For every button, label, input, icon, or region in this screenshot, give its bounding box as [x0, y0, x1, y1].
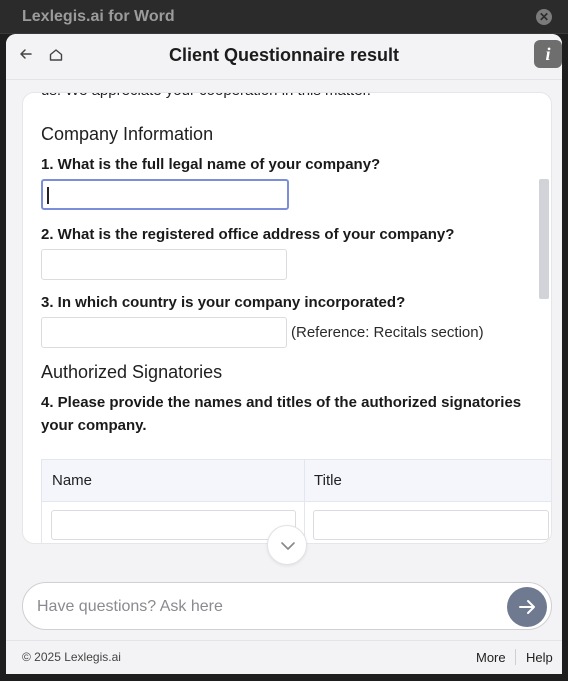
arrow-right-icon [519, 600, 535, 614]
footer-divider [515, 649, 516, 665]
questionnaire-card: us. We appreciate your cooperation in th… [22, 92, 552, 544]
text-caret [47, 187, 49, 204]
scrollbar[interactable] [539, 179, 549, 299]
company-name-field[interactable] [41, 179, 289, 210]
signatory-title-input[interactable] [313, 510, 549, 540]
column-header-title: Title [314, 472, 342, 489]
help-link[interactable]: Help [526, 650, 553, 665]
question-composer [22, 582, 552, 630]
question-2: 2. What is the registered office address… [41, 226, 455, 243]
reference-note: (Reference: Recitals section) [291, 324, 484, 341]
app-title: Lexlegis.ai for Word [22, 8, 175, 25]
country-field[interactable] [41, 317, 287, 348]
taskpane: Client Questionnaire result i us. We app… [6, 34, 562, 674]
column-header-name: Name [52, 472, 93, 489]
window-titlebar: Lexlegis.ai for Word ✕ [0, 0, 568, 34]
header: Client Questionnaire result i [6, 34, 562, 80]
footer: © 2025 Lexlegis.ai More Help [6, 640, 562, 674]
question-4: 4. Please provide the names and titles o… [41, 394, 522, 434]
scrollbar-thumb[interactable] [539, 179, 549, 299]
more-link[interactable]: More [476, 650, 506, 665]
registered-address-field[interactable] [41, 249, 287, 280]
close-circle-icon[interactable]: ✕ [536, 9, 552, 25]
section-title-company-information: Company Information [41, 124, 214, 144]
section-title-authorized-signatories: Authorized Signatories [41, 362, 223, 382]
signatory-name-input[interactable] [51, 510, 296, 540]
questionnaire-content: us. We appreciate your cooperation in th… [41, 93, 551, 543]
question-1: 1. What is the full legal name of your c… [41, 156, 381, 173]
table-header: Name Title [42, 460, 551, 502]
send-button[interactable] [507, 587, 547, 627]
page-title: Client Questionnaire result [168, 45, 400, 65]
info-icon[interactable]: i [534, 40, 562, 68]
intro-text: us. We appreciate your cooperation in th… [41, 93, 541, 101]
copyright: © 2025 Lexlegis.ai [22, 650, 121, 664]
chevron-down-icon[interactable] [267, 525, 307, 565]
question-3: 3. In which country is your company inco… [41, 294, 406, 311]
question-input[interactable] [37, 595, 477, 619]
